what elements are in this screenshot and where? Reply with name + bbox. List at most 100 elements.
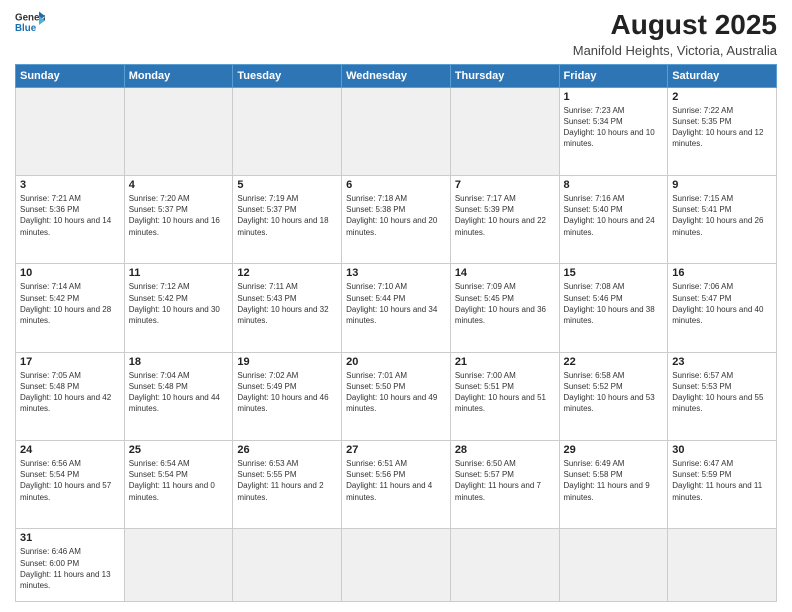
- day-info: Sunrise: 7:05 AM Sunset: 5:48 PM Dayligh…: [20, 370, 120, 415]
- calendar-cell: 26 Sunrise: 6:53 AM Sunset: 5:55 PM Dayli…: [233, 441, 342, 529]
- day-info: Sunrise: 7:12 AM Sunset: 5:42 PM Dayligh…: [129, 281, 229, 326]
- calendar-header-saturday: Saturday: [668, 64, 777, 87]
- calendar-cell: 30 Sunrise: 6:47 AM Sunset: 5:59 PM Dayli…: [668, 441, 777, 529]
- calendar-cell: 11 Sunrise: 7:12 AM Sunset: 5:42 PM Dayli…: [124, 264, 233, 352]
- day-info: Sunrise: 7:02 AM Sunset: 5:49 PM Dayligh…: [237, 370, 337, 415]
- day-info: Sunrise: 6:47 AM Sunset: 5:59 PM Dayligh…: [672, 458, 772, 503]
- calendar-week-row: 10 Sunrise: 7:14 AM Sunset: 5:42 PM Dayli…: [16, 264, 777, 352]
- day-number: 9: [672, 179, 772, 191]
- day-number: 20: [346, 356, 446, 368]
- day-info: Sunrise: 7:22 AM Sunset: 5:35 PM Dayligh…: [672, 105, 772, 150]
- day-info: Sunrise: 7:04 AM Sunset: 5:48 PM Dayligh…: [129, 370, 229, 415]
- calendar-header-row: SundayMondayTuesdayWednesdayThursdayFrid…: [16, 64, 777, 87]
- day-info: Sunrise: 7:14 AM Sunset: 5:42 PM Dayligh…: [20, 281, 120, 326]
- day-info: Sunrise: 7:23 AM Sunset: 5:34 PM Dayligh…: [564, 105, 664, 150]
- calendar-week-row: 17Sunrise: 7:05 AM Sunset: 5:48 PM Dayli…: [16, 352, 777, 440]
- day-number: 4: [129, 179, 229, 191]
- day-info: Sunrise: 6:57 AM Sunset: 5:53 PM Dayligh…: [672, 370, 772, 415]
- calendar-header-monday: Monday: [124, 64, 233, 87]
- page-subtitle: Manifold Heights, Victoria, Australia: [573, 43, 777, 58]
- day-info: Sunrise: 6:58 AM Sunset: 5:52 PM Dayligh…: [564, 370, 664, 415]
- day-info: Sunrise: 6:53 AM Sunset: 5:55 PM Dayligh…: [237, 458, 337, 503]
- day-info: Sunrise: 7:15 AM Sunset: 5:41 PM Dayligh…: [672, 193, 772, 238]
- calendar-cell: 27 Sunrise: 6:51 AM Sunset: 5:56 PM Dayli…: [342, 441, 451, 529]
- day-info: Sunrise: 7:09 AM Sunset: 5:45 PM Dayligh…: [455, 281, 555, 326]
- calendar-week-row: 3Sunrise: 7:21 AM Sunset: 5:36 PM Daylig…: [16, 176, 777, 264]
- calendar-cell: [16, 87, 125, 175]
- calendar-cell: [342, 529, 451, 602]
- calendar-cell: [450, 87, 559, 175]
- calendar-week-row: 31Sunrise: 6:46 AM Sunset: 6:00 PM Dayli…: [16, 529, 777, 602]
- calendar-cell: 5 Sunrise: 7:19 AM Sunset: 5:37 PM Daylig…: [233, 176, 342, 264]
- calendar-cell: 23Sunrise: 6:57 AM Sunset: 5:53 PM Dayli…: [668, 352, 777, 440]
- calendar-cell: 18Sunrise: 7:04 AM Sunset: 5:48 PM Dayli…: [124, 352, 233, 440]
- calendar-cell: [342, 87, 451, 175]
- calendar-header-thursday: Thursday: [450, 64, 559, 87]
- calendar-cell: 17Sunrise: 7:05 AM Sunset: 5:48 PM Dayli…: [16, 352, 125, 440]
- day-number: 10: [20, 267, 120, 279]
- day-number: 21: [455, 356, 555, 368]
- day-info: Sunrise: 7:20 AM Sunset: 5:37 PM Dayligh…: [129, 193, 229, 238]
- day-info: Sunrise: 7:00 AM Sunset: 5:51 PM Dayligh…: [455, 370, 555, 415]
- day-info: Sunrise: 6:51 AM Sunset: 5:56 PM Dayligh…: [346, 458, 446, 503]
- calendar-header-wednesday: Wednesday: [342, 64, 451, 87]
- calendar-cell: 13Sunrise: 7:10 AM Sunset: 5:44 PM Dayli…: [342, 264, 451, 352]
- calendar-header-sunday: Sunday: [16, 64, 125, 87]
- calendar-cell: 9 Sunrise: 7:15 AM Sunset: 5:41 PM Daylig…: [668, 176, 777, 264]
- day-number: 3: [20, 179, 120, 191]
- day-number: 15: [564, 267, 664, 279]
- calendar-cell: [233, 529, 342, 602]
- day-number: 1: [564, 91, 664, 103]
- calendar-cell: [124, 87, 233, 175]
- calendar-cell: 10 Sunrise: 7:14 AM Sunset: 5:42 PM Dayli…: [16, 264, 125, 352]
- calendar-cell: [233, 87, 342, 175]
- day-number: 19: [237, 356, 337, 368]
- day-number: 16: [672, 267, 772, 279]
- day-number: 25: [129, 444, 229, 456]
- day-number: 29: [564, 444, 664, 456]
- day-info: Sunrise: 7:19 AM Sunset: 5:37 PM Dayligh…: [237, 193, 337, 238]
- calendar-cell: 15Sunrise: 7:08 AM Sunset: 5:46 PM Dayli…: [559, 264, 668, 352]
- calendar-week-row: 1 Sunrise: 7:23 AM Sunset: 5:34 PM Daylig…: [16, 87, 777, 175]
- day-info: Sunrise: 7:17 AM Sunset: 5:39 PM Dayligh…: [455, 193, 555, 238]
- day-number: 12: [237, 267, 337, 279]
- day-number: 27: [346, 444, 446, 456]
- day-number: 5: [237, 179, 337, 191]
- day-info: Sunrise: 7:18 AM Sunset: 5:38 PM Dayligh…: [346, 193, 446, 238]
- day-info: Sunrise: 7:16 AM Sunset: 5:40 PM Dayligh…: [564, 193, 664, 238]
- day-number: 14: [455, 267, 555, 279]
- day-number: 26: [237, 444, 337, 456]
- calendar-cell: 4 Sunrise: 7:20 AM Sunset: 5:37 PM Daylig…: [124, 176, 233, 264]
- header: General Blue August 2025 Manifold Height…: [15, 10, 777, 58]
- svg-text:Blue: Blue: [15, 23, 37, 34]
- calendar-cell: 28Sunrise: 6:50 AM Sunset: 5:57 PM Dayli…: [450, 441, 559, 529]
- calendar-cell: 14 Sunrise: 7:09 AM Sunset: 5:45 PM Dayli…: [450, 264, 559, 352]
- calendar-cell: 25 Sunrise: 6:54 AM Sunset: 5:54 PM Dayli…: [124, 441, 233, 529]
- day-number: 8: [564, 179, 664, 191]
- calendar-table: SundayMondayTuesdayWednesdayThursdayFrid…: [15, 64, 777, 602]
- calendar-header-tuesday: Tuesday: [233, 64, 342, 87]
- day-number: 7: [455, 179, 555, 191]
- calendar-cell: 16 Sunrise: 7:06 AM Sunset: 5:47 PM Dayli…: [668, 264, 777, 352]
- calendar-week-row: 24 Sunrise: 6:56 AM Sunset: 5:54 PM Dayli…: [16, 441, 777, 529]
- calendar-cell: 7 Sunrise: 7:17 AM Sunset: 5:39 PM Daylig…: [450, 176, 559, 264]
- calendar-cell: 1 Sunrise: 7:23 AM Sunset: 5:34 PM Daylig…: [559, 87, 668, 175]
- day-number: 28: [455, 444, 555, 456]
- day-number: 11: [129, 267, 229, 279]
- calendar-cell: [559, 529, 668, 602]
- calendar-cell: 2Sunrise: 7:22 AM Sunset: 5:35 PM Daylig…: [668, 87, 777, 175]
- day-number: 24: [20, 444, 120, 456]
- day-number: 30: [672, 444, 772, 456]
- day-number: 6: [346, 179, 446, 191]
- day-info: Sunrise: 7:06 AM Sunset: 5:47 PM Dayligh…: [672, 281, 772, 326]
- logo: General Blue: [15, 10, 45, 34]
- day-info: Sunrise: 6:56 AM Sunset: 5:54 PM Dayligh…: [20, 458, 120, 503]
- day-info: Sunrise: 7:11 AM Sunset: 5:43 PM Dayligh…: [237, 281, 337, 326]
- day-info: Sunrise: 6:54 AM Sunset: 5:54 PM Dayligh…: [129, 458, 229, 503]
- calendar-cell: 22Sunrise: 6:58 AM Sunset: 5:52 PM Dayli…: [559, 352, 668, 440]
- day-number: 13: [346, 267, 446, 279]
- calendar-cell: 12 Sunrise: 7:11 AM Sunset: 5:43 PM Dayli…: [233, 264, 342, 352]
- calendar-cell: 24 Sunrise: 6:56 AM Sunset: 5:54 PM Dayli…: [16, 441, 125, 529]
- generalblue-icon: General Blue: [15, 10, 45, 34]
- calendar-cell: 6 Sunrise: 7:18 AM Sunset: 5:38 PM Daylig…: [342, 176, 451, 264]
